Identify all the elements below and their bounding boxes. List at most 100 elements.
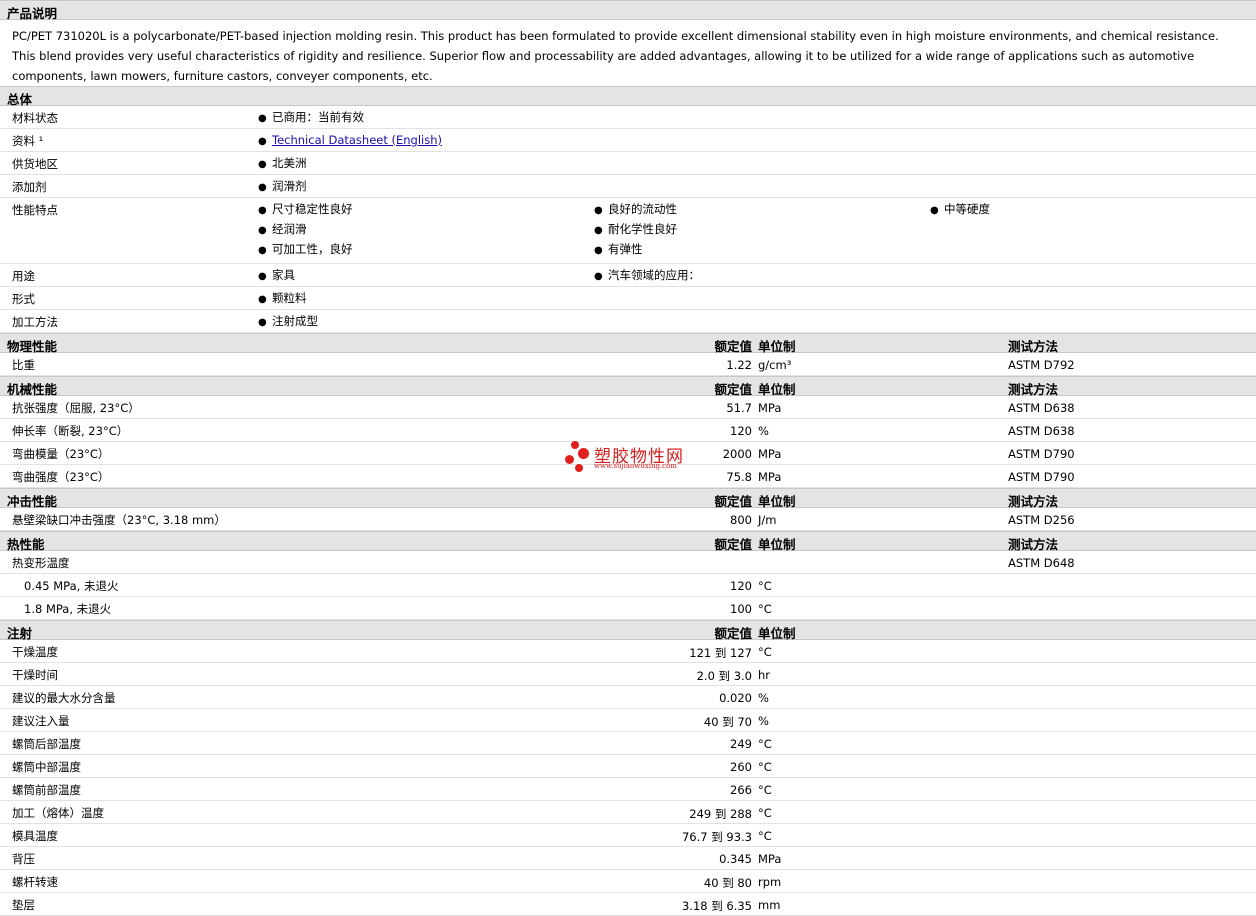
general-row: 加工方法 ● 注射成型 [0, 310, 1256, 333]
property-unit: °C [758, 806, 772, 820]
property-label: 比重 [12, 358, 35, 372]
bullet-item: ● 可加工性，良好 [258, 242, 353, 262]
bullet-item[interactable]: ● Technical Datasheet (English) [258, 133, 442, 153]
bullet-icon: ● [258, 245, 267, 256]
property-unit: MPa [758, 447, 782, 461]
property-value: 260 [730, 760, 752, 774]
bullet-icon: ● [594, 225, 603, 236]
general-table: 材料状态 ● 已商用：当前有效 资料 ¹ ● Technical Datasheet (E… [0, 106, 1256, 333]
property-label: 加工（熔体）温度 [12, 806, 104, 820]
property-value: 75.8 [726, 470, 752, 484]
product-description: PC/PET 731020L is a polycarbonate/PET-ba… [12, 29, 1219, 83]
general-row: 供货地区 ● 北美洲 [0, 152, 1256, 175]
bullet-icon: ● [258, 317, 267, 328]
property-value: 51.7 [726, 401, 752, 415]
logo-dot-icon [565, 455, 574, 464]
property-label: 抗张强度（屈服, 23°C） [12, 401, 140, 415]
property-value: 76.7 到 93.3 [681, 830, 752, 844]
property-label: 热变形温度 [12, 556, 70, 570]
test-method: ASTM D638 [1008, 401, 1075, 415]
property-unit: °C [758, 829, 772, 843]
section-header: 物理性能 额定值 单位制 测试方法 [0, 333, 1256, 354]
value-column: ● 尺寸稳定性良好 ● 经润滑 ● 可加工性，良好 [258, 202, 353, 262]
property-value: 121 到 127 [689, 646, 752, 660]
property-section: 冲击性能 额定值 单位制 测试方法 悬壁梁缺口冲击强度（23°C, 3.18 mm） 80… [0, 488, 1256, 531]
description-section: 产品说明 PC/PET 731020L is a polycarbonate/P… [0, 0, 1256, 86]
general-row: 添加剂 ● 润滑剂 [0, 175, 1256, 198]
bullet-text: 尺寸稳定性良好 [272, 202, 353, 216]
property-label: 1.8 MPa, 未退火 [24, 602, 112, 616]
property-section: 热性能 额定值 单位制 测试方法 热变形温度 ASTM D648 0.45 MPa, 未退火… [0, 531, 1256, 620]
watermark: 塑胶物性网 www.sujiaowuxing.com [564, 440, 704, 476]
test-method: ASTM D256 [1008, 513, 1075, 527]
row-label: 供货地区 [12, 157, 58, 171]
property-row: 0.45 MPa, 未退火 120 °C [0, 574, 1256, 597]
property-label: 0.45 MPa, 未退火 [24, 579, 119, 593]
value-column: ● 颗粒料 [258, 291, 307, 311]
property-unit: MPa [758, 401, 782, 415]
property-row: 螺筒中部温度 260 °C [0, 755, 1256, 778]
value-column: ● 家具 [258, 268, 295, 288]
property-value: 120 [730, 424, 752, 438]
bullet-text: 汽车领域的应用： [608, 268, 700, 282]
bullet-item: ● 经润滑 [258, 222, 353, 242]
property-unit: rpm [758, 875, 782, 889]
property-row: 加工（熔体）温度 249 到 288 °C [0, 801, 1256, 824]
general-row: 材料状态 ● 已商用：当前有效 [0, 106, 1256, 129]
bullet-icon: ● [258, 182, 267, 193]
bullet-text: 注射成型 [272, 314, 318, 328]
property-row: 垫层 3.18 到 6.35 mm [0, 893, 1256, 916]
property-unit: g/cm³ [758, 358, 792, 372]
property-row: 抗张强度（屈服, 23°C） 51.7 MPa ASTM D638 [0, 396, 1256, 419]
property-value: 0.020 [719, 691, 752, 705]
bullet-text: 中等硬度 [944, 202, 990, 216]
logo-dot-icon [578, 448, 589, 459]
property-row: 比重 1.22 g/cm³ ASTM D792 [0, 353, 1256, 376]
property-value: 0.345 [719, 852, 752, 866]
property-label: 螺筒中部温度 [12, 760, 81, 774]
property-unit: hr [758, 668, 771, 682]
value-column: ● 注射成型 [258, 314, 318, 334]
property-section: 注射 额定值 单位制 干燥温度 121 到 127 °C 干燥时间 2.0 到 3.0 hr 建议… [0, 620, 1256, 916]
bullet-icon: ● [258, 113, 267, 124]
value-column: ● 润滑剂 [258, 179, 307, 199]
property-row: 伸长率（断裂, 23°C） 120% ASTM D638 [0, 419, 1256, 442]
logo-dot-icon [575, 464, 583, 472]
property-label: 建议注入量 [12, 714, 70, 728]
property-row: 热变形温度 ASTM D648 [0, 551, 1256, 574]
bullet-icon: ● [594, 271, 603, 282]
bullet-icon: ● [594, 245, 603, 256]
general-section: 总体 材料状态 ● 已商用：当前有效 资料 ¹ ● Technical Datasheet… [0, 86, 1256, 333]
bullet-item: ● 汽车领域的应用： [594, 268, 700, 288]
bullet-item: ● 尺寸稳定性良好 [258, 202, 353, 222]
general-header: 总体 [0, 86, 1256, 107]
bullet-text: 可加工性，良好 [272, 242, 353, 256]
bullet-item: ● 耐化学性良好 [594, 222, 677, 242]
property-value: 3.18 到 6.35 [681, 899, 752, 913]
property-row: 建议注入量 40 到 70% [0, 709, 1256, 732]
bullet-item: ● 颗粒料 [258, 291, 307, 311]
datasheet-link[interactable]: Technical Datasheet (English) [272, 133, 442, 147]
property-row: 背压 0.345 MPa [0, 847, 1256, 870]
property-label: 建议的最大水分含量 [12, 691, 116, 705]
property-label: 干燥温度 [12, 645, 58, 659]
row-label: 加工方法 [12, 315, 58, 329]
row-label: 形式 [12, 292, 35, 306]
property-unit: °C [758, 579, 772, 593]
property-value: 100 [730, 602, 752, 616]
property-unit: MPa [758, 852, 782, 866]
bullet-icon: ● [258, 136, 267, 147]
property-value: 120 [730, 579, 752, 593]
property-unit: % [758, 714, 769, 728]
property-unit: °C [758, 602, 772, 616]
property-value: 266 [730, 783, 752, 797]
row-label: 添加剂 [12, 180, 47, 194]
bullet-text: 有弹性 [608, 242, 643, 256]
property-unit: % [758, 691, 769, 705]
value-column: ● 已商用：当前有效 [258, 110, 364, 130]
property-value: 249 [730, 737, 752, 751]
property-row: 建议的最大水分含量 0.020% [0, 686, 1256, 709]
test-method: ASTM D638 [1008, 424, 1075, 438]
property-row: 螺筒前部温度 266 °C [0, 778, 1256, 801]
property-unit: °C [758, 783, 772, 797]
